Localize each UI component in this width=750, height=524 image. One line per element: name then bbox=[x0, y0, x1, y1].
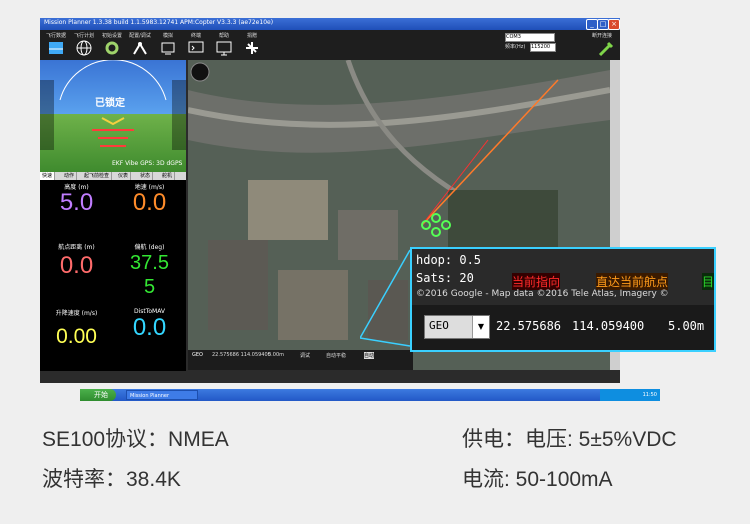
altitude-readout: 5.00m bbox=[668, 319, 705, 333]
quick-value-wp-distance: 0.0 bbox=[59, 252, 94, 279]
menu-initial-setup[interactable]: 初始设置 bbox=[98, 32, 126, 58]
strip-debug-button[interactable]: 调试 bbox=[300, 352, 310, 359]
quick-value-climb-rate: 0.00 bbox=[56, 325, 97, 348]
quick-value-yaw: 37.5 bbox=[130, 252, 169, 274]
terminal-icon bbox=[188, 41, 204, 53]
baud-label: 频率(Hz) bbox=[505, 44, 526, 50]
geo-select-value: GEO bbox=[429, 319, 449, 332]
sats-readout: Sats: 20 bbox=[416, 271, 474, 285]
tab-gauges[interactable]: 仪表 bbox=[116, 172, 132, 180]
zoom-map-overlay: hdop: 0.5 Sats: 20 当前指向 直达当前航点 目 ©2016 G… bbox=[412, 249, 714, 305]
menu-label: 模拟 bbox=[162, 33, 173, 39]
tab-servo[interactable]: 舵机 bbox=[160, 172, 176, 180]
flight-data-icon bbox=[49, 42, 63, 54]
close-button[interactable]: × bbox=[608, 19, 620, 30]
menu-label: 终端 bbox=[190, 33, 201, 39]
quick-panel: 高度 (m) 5.0 地速 (m/s) 0.0 航点距离 (m) 0.0 偏航 … bbox=[40, 180, 186, 371]
zoom-callout: hdop: 0.5 Sats: 20 当前指向 直达当前航点 目 ©2016 G… bbox=[410, 247, 716, 352]
strip-coords: 22.575686 114.059400 bbox=[212, 352, 271, 358]
menu-flight-plan[interactable]: 飞行计划 bbox=[70, 32, 98, 58]
windows-taskbar: 开始 Mission Planner 11:50 bbox=[80, 389, 660, 401]
tab-quick[interactable]: 快速 bbox=[40, 172, 56, 180]
map-copyright: ©2016 Google - Map data ©2016 Tele Atlas… bbox=[416, 289, 669, 299]
setup-icon bbox=[105, 41, 119, 55]
donate-icon bbox=[246, 42, 258, 54]
tab-preflight[interactable]: 起飞前检查 bbox=[82, 172, 113, 180]
menu-label: 配置/调试 bbox=[129, 33, 151, 39]
config-icon bbox=[133, 42, 147, 55]
latitude-readout: 22.575686 bbox=[496, 319, 562, 333]
legend-waypoint: 目 bbox=[702, 273, 715, 290]
strip-geo[interactable]: GEO bbox=[192, 352, 203, 358]
hud-status-line: EKF Vibe GPS: 3D dGPS bbox=[112, 160, 183, 167]
quick-label: 偏航 (deg) bbox=[134, 244, 165, 251]
tab-actions[interactable]: 动作 bbox=[62, 172, 78, 180]
menu-terminal[interactable]: 终端 bbox=[182, 32, 210, 58]
quick-value-yaw-wrap: 5 bbox=[143, 276, 156, 298]
attitude-indicator bbox=[40, 60, 186, 150]
menu-label: 飞行计划 bbox=[73, 33, 94, 39]
tab-status[interactable]: 状态 bbox=[138, 172, 154, 180]
connect-label: 断开连接 bbox=[592, 33, 613, 39]
menu-bar: 飞行数据 飞行计划 初始设置 配置/调试 模拟 终端 帮助 捐赠 COM3 频率… bbox=[40, 30, 620, 60]
strip-auto-level-checkbox[interactable]: 自动平稳 bbox=[326, 352, 346, 359]
hdop-readout: hdop: 0.5 bbox=[416, 253, 482, 267]
menu-label: 初始设置 bbox=[101, 33, 122, 39]
menu-label: 捐赠 bbox=[246, 33, 257, 39]
hud-display: 已锁定 EKF Vibe GPS: 3D dGPS bbox=[40, 60, 186, 172]
longitude-readout: 114.059400 bbox=[572, 319, 645, 333]
menu-label: 帮助 bbox=[218, 33, 229, 39]
window-title: Mission Planner 1.3.38 build 1.1.5983.12… bbox=[44, 19, 274, 26]
quick-value-altitude: 5.0 bbox=[59, 189, 94, 216]
baud-select[interactable]: 115200 bbox=[530, 43, 556, 52]
simulation-icon bbox=[161, 42, 175, 55]
spec-current: 电流: 50-100mA bbox=[462, 468, 613, 491]
map-status-strip: GEO 22.575686 114.059400 5.00m 调试 自动平稳 自… bbox=[188, 350, 413, 370]
plug-connect-icon[interactable] bbox=[598, 41, 614, 57]
spec-protocol: SE100协议：NMEA bbox=[42, 428, 229, 451]
system-clock: 11:50 bbox=[600, 389, 660, 401]
menu-label: 飞行数据 bbox=[45, 33, 66, 39]
port-select[interactable]: COM3 bbox=[505, 33, 555, 42]
globe-icon bbox=[76, 40, 92, 56]
spec-power: 供电：电压: 5±5%VDC bbox=[462, 428, 677, 451]
menu-simulation[interactable]: 模拟 bbox=[154, 32, 182, 58]
legend-direct-to-wp: 直达当前航点 bbox=[596, 273, 669, 290]
strip-alt: 5.00m bbox=[268, 352, 285, 358]
help-icon bbox=[216, 41, 232, 56]
quick-value-dist-to-mav: 0.0 bbox=[132, 314, 167, 341]
start-button[interactable]: 开始 bbox=[80, 389, 116, 401]
taskbar-app[interactable]: Mission Planner bbox=[126, 390, 198, 400]
tab-bar: 快速 动作 起飞前检查 仪表 状态 舵机 bbox=[40, 172, 186, 180]
menu-config-tuning[interactable]: 配置/调试 bbox=[126, 32, 154, 58]
legend-current-heading: 当前指向 bbox=[512, 273, 561, 290]
quick-label: 航点距离 (m) bbox=[58, 244, 95, 251]
chevron-down-icon[interactable]: ▼ bbox=[472, 316, 489, 338]
title-bar: Mission Planner 1.3.38 build 1.1.5983.12… bbox=[40, 18, 620, 30]
spec-baud-rate: 波特率：38.4K bbox=[42, 468, 181, 491]
coordinate-format-select[interactable]: GEO ▼ bbox=[424, 315, 490, 339]
menu-help[interactable]: 帮助 bbox=[210, 32, 238, 58]
menu-flight-data[interactable]: 飞行数据 bbox=[42, 32, 70, 58]
quick-label: 升降速度 (m/s) bbox=[55, 310, 98, 317]
strip-mode-select[interactable]: 自动 bbox=[364, 352, 375, 359]
arm-status: 已锁定 bbox=[95, 98, 125, 109]
quick-value-groundspeed: 0.0 bbox=[132, 189, 167, 216]
menu-donate[interactable]: 捐赠 bbox=[238, 32, 266, 58]
